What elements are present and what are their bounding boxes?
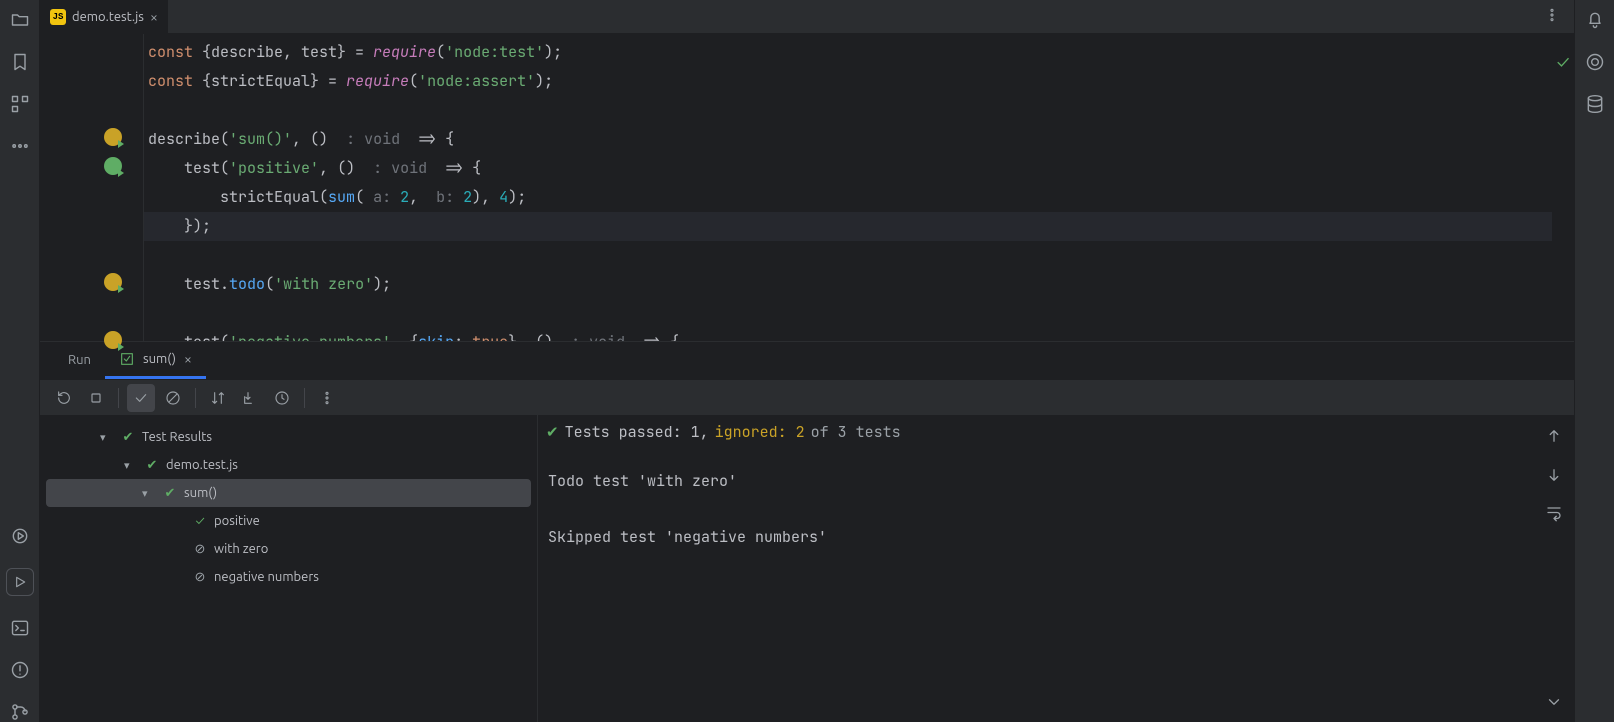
notifications-icon[interactable] [1585,10,1605,30]
run-gutter-describe[interactable] [104,128,122,146]
problems-icon[interactable] [10,660,30,680]
show-ignored-button[interactable] [159,384,187,412]
tab-run[interactable]: Run [54,342,105,379]
next-result-icon[interactable] [1545,466,1563,487]
pass-icon: ✓ [192,513,208,529]
pass-icon: ✔ [120,429,136,445]
scroll-to-end-icon[interactable] [1545,693,1563,714]
summary-ignored: ignored: 2 [715,418,805,446]
debug-icon[interactable] [10,526,30,546]
console-output: Todo test 'with zero' Skipped test 'nega… [538,449,1534,569]
tree-suite-label: sum() [184,486,217,500]
tree-case-label: negative numbers [214,570,319,584]
editor[interactable]: const {describe, test} = require('node:t… [40,34,1574,341]
more-button[interactable] [313,384,341,412]
tool-window-tabs: Run sum() × [40,341,1574,379]
pass-icon: ✔ [144,457,160,473]
editor-tab-label: demo.test.js [72,10,144,24]
summary-of: of 3 tests [811,418,901,446]
console-rail [1534,415,1574,722]
inspection-rail: ✓ [1552,34,1574,341]
tab-sum-label: sum() [143,352,176,366]
sort-button[interactable] [204,384,232,412]
tree-case-label: positive [214,514,260,528]
test-toolbar [40,379,1574,415]
summary-passed: Tests passed: 1, [565,418,709,446]
prev-result-icon[interactable] [1545,427,1563,448]
run-gutter-test-positive[interactable] [104,157,122,175]
more-icon[interactable] [10,136,30,156]
close-icon[interactable]: × [150,9,158,25]
bookmark-icon[interactable] [10,52,30,72]
structure-icon[interactable] [10,94,30,114]
run-gutter-test-todo[interactable] [104,273,122,291]
activity-bar [0,0,40,722]
import-button[interactable] [236,384,264,412]
test-config-icon [119,351,135,367]
inspection-ok-icon[interactable]: ✓ [1557,52,1570,72]
main-column: JS demo.test.js × const {describe, test}… [40,0,1574,722]
editor-tab-strip: JS demo.test.js × [40,0,1574,34]
ai-assistant-icon[interactable] [1585,52,1605,72]
soft-wrap-icon[interactable] [1545,505,1563,526]
tree-root-label: Test Results [142,430,212,444]
tree-case-label: with zero [214,542,268,556]
tree-case-with-zero[interactable]: ▾ ⊘ with zero [40,535,537,563]
tree-case-positive[interactable]: ▾ ✓ positive [40,507,537,535]
vcs-icon[interactable] [10,702,30,722]
rerun-button[interactable] [50,384,78,412]
test-tree[interactable]: ▾ ✔ Test Results ▾ ✔ demo.test.js ▾ ✔ su… [40,415,538,722]
tree-case-negative[interactable]: ▾ ⊘ negative numbers [40,563,537,591]
kebab-icon[interactable] [1544,7,1560,26]
editor-tab-demo-test[interactable]: JS demo.test.js × [40,0,169,33]
right-rail [1574,0,1614,722]
close-icon[interactable]: × [184,351,192,367]
tree-suite[interactable]: ▾ ✔ sum() [46,479,531,507]
stop-button[interactable] [82,384,110,412]
tab-run-label: Run [68,353,91,367]
run-gutter-test-negative[interactable] [104,331,122,349]
skip-icon: ⊘ [192,541,208,557]
tree-file[interactable]: ▾ ✔ demo.test.js [40,451,537,479]
tree-root[interactable]: ▾ ✔ Test Results [40,423,537,451]
test-summary: ✔ Tests passed: 1, ignored: 2 of 3 tests [538,415,1534,449]
editor-gutter[interactable] [40,34,144,341]
skip-icon: ⊘ [192,569,208,585]
tree-file-label: demo.test.js [166,458,238,472]
run-panel-icon[interactable] [6,568,34,596]
terminal-icon[interactable] [10,618,30,638]
show-passed-button[interactable] [127,384,155,412]
folder-icon[interactable] [10,10,30,30]
pass-icon: ✔ [546,418,559,446]
tool-window-body: ▾ ✔ Test Results ▾ ✔ demo.test.js ▾ ✔ su… [40,415,1574,722]
code-area[interactable]: const {describe, test} = require('node:t… [144,34,1552,341]
database-icon[interactable] [1585,94,1605,114]
history-button[interactable] [268,384,296,412]
pass-icon: ✔ [162,485,178,501]
test-console[interactable]: ✔ Tests passed: 1, ignored: 2 of 3 tests… [538,415,1534,722]
js-file-icon: JS [50,9,66,25]
